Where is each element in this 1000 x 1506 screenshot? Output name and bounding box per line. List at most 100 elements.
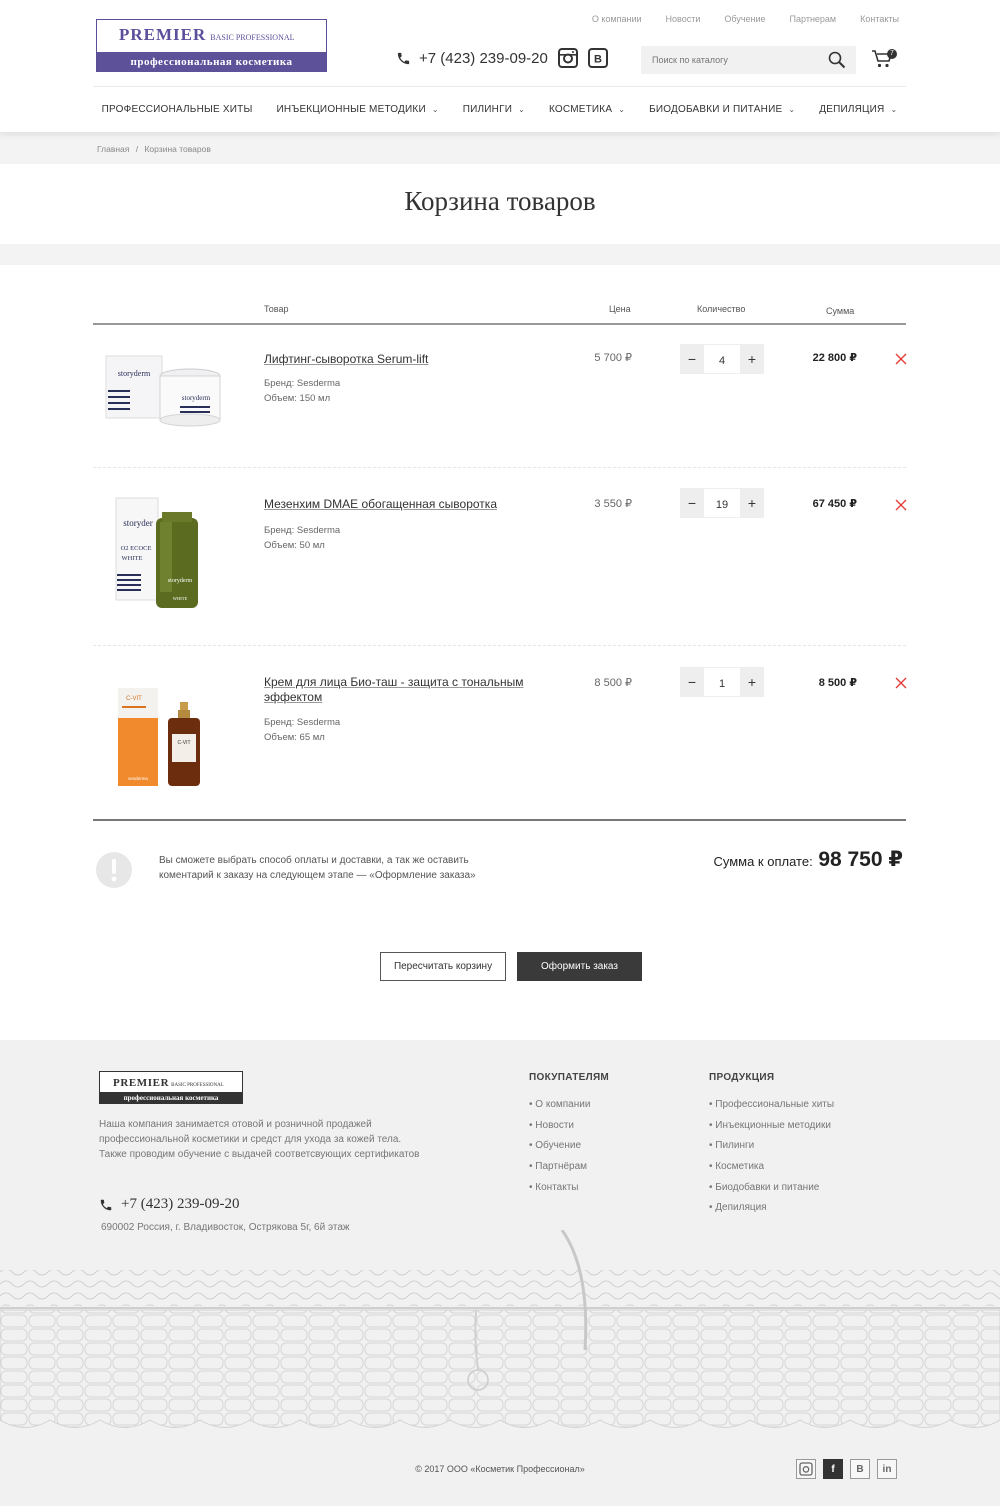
- nav-item-injections[interactable]: ИНЪЕКЦИОННЫЕ МЕТОДИКИ ⌄: [277, 104, 439, 115]
- footer-link-contacts[interactable]: • Контакты: [529, 1182, 590, 1203]
- product-volume: Объем: 150 мл: [264, 393, 331, 404]
- row-divider: [93, 467, 906, 468]
- product-volume: Объем: 50 мл: [264, 540, 325, 551]
- cart-button[interactable]: 7: [871, 49, 897, 71]
- chevron-down-icon: ⌄: [788, 105, 796, 114]
- product-image[interactable]: storyder O2 ECOCE WHITE storyderm WHITE: [108, 492, 238, 622]
- toplink-news[interactable]: Новости: [666, 14, 701, 24]
- cart-count-badge: 7: [887, 49, 897, 59]
- product-price: 3 550 ₽: [594, 498, 632, 510]
- toplink-about[interactable]: О компании: [592, 14, 642, 24]
- logo-brand: PREMIER: [119, 25, 207, 44]
- footer-link-peelings[interactable]: • Пилинги: [709, 1140, 834, 1161]
- svg-text:WHITE: WHITE: [122, 555, 143, 562]
- logo-subtitle: профессиональная косметика: [97, 52, 326, 72]
- search-input[interactable]: [641, 46, 821, 74]
- instagram-icon[interactable]: [558, 48, 578, 68]
- product-image[interactable]: storyderm storyderm: [100, 348, 230, 478]
- checkout-notice: Вы сможете выбрать способ оплаты и доста…: [159, 855, 476, 881]
- col-header-quantity: Количество: [697, 304, 746, 314]
- instagram-icon[interactable]: [796, 1459, 816, 1479]
- site-logo[interactable]: PREMIER BASIC PROFESSIONAL профессиональн…: [96, 19, 327, 72]
- product-name-link[interactable]: Лифтинг-сыворотка Serum-lift: [264, 352, 534, 367]
- order-total: Сумма к оплате: 98 750 ₽: [713, 847, 903, 872]
- footer-logo-tagline: BASIC PROFESSIONAL: [171, 1083, 224, 1088]
- quantity-stepper: − 19 +: [680, 488, 764, 518]
- nav-label: БИОДОБАВКИ И ПИТАНИЕ: [649, 104, 783, 115]
- phone-icon: [397, 52, 410, 65]
- total-label: Сумма к оплате:: [713, 854, 813, 869]
- footer-logo-subtitle: профессиональная косметика: [100, 1092, 242, 1104]
- breadcrumb: Главная / Корзина товаров: [97, 144, 211, 154]
- footer-phone-number: +7 (423) 239-09-20: [121, 1196, 240, 1212]
- total-amount: 98 750 ₽: [818, 848, 903, 871]
- nav-item-hits[interactable]: ПРОФЕССИОНАЛЬНЫЕ ХИТЫ: [102, 104, 253, 115]
- qty-decrease-button[interactable]: −: [680, 667, 704, 697]
- footer-link-supplements[interactable]: • Биодобавки и питание: [709, 1182, 834, 1203]
- search-icon[interactable]: [828, 51, 846, 69]
- qty-increase-button[interactable]: +: [740, 667, 764, 697]
- linkedin-icon[interactable]: in: [877, 1459, 897, 1479]
- recalculate-cart-button[interactable]: Пересчитать корзину: [380, 952, 506, 981]
- toplink-training[interactable]: Обучение: [724, 14, 765, 24]
- remove-item-icon[interactable]: [894, 676, 908, 690]
- qty-input[interactable]: 4: [704, 344, 740, 374]
- chevron-down-icon: ⌄: [618, 105, 626, 114]
- footer-link-cosmetics[interactable]: • Косметика: [709, 1161, 834, 1182]
- nav-item-depilation[interactable]: ДЕПИЛЯЦИЯ ⌄: [819, 104, 897, 115]
- footer-link-hits[interactable]: • Профессиональные хиты: [709, 1099, 834, 1120]
- product-brand: Бренд: Sesderma: [264, 525, 341, 536]
- remove-item-icon[interactable]: [894, 352, 908, 366]
- qty-decrease-button[interactable]: −: [680, 344, 704, 374]
- breadcrumb-current: Корзина товаров: [144, 144, 211, 154]
- product-brand: Бренд: Sesderma: [264, 378, 341, 389]
- product-name-link[interactable]: Мезенхим DMAE обогащенная сыворотка: [264, 497, 534, 512]
- row-sum: 67 450 ₽: [812, 498, 857, 510]
- footer-col-products: • Профессиональные хиты • Инъекционные м…: [709, 1099, 834, 1223]
- chevron-down-icon: ⌄: [518, 105, 526, 114]
- nav-label: ДЕПИЛЯЦИЯ: [819, 104, 885, 115]
- toplink-contacts[interactable]: Контакты: [860, 14, 899, 24]
- nav-item-peelings[interactable]: ПИЛИНГИ ⌄: [463, 104, 525, 115]
- svg-text:WHITE: WHITE: [173, 596, 188, 601]
- footer-logo-brand: PREMIER: [113, 1077, 170, 1089]
- qty-input[interactable]: 19: [704, 488, 740, 518]
- svg-text:storyder: storyder: [123, 518, 153, 528]
- qty-decrease-button[interactable]: −: [680, 488, 704, 518]
- footer-phone[interactable]: +7 (423) 239-09-20: [99, 1196, 239, 1213]
- checkout-button[interactable]: Оформить заказ: [517, 952, 642, 981]
- vk-icon[interactable]: В: [850, 1459, 870, 1479]
- facebook-icon[interactable]: f: [823, 1459, 843, 1479]
- svg-text:C-VIT: C-VIT: [126, 696, 142, 702]
- product-name-link[interactable]: Крем для лица Био-таш - защита с тональн…: [264, 675, 534, 705]
- logo-tagline: BASIC PROFESSIONAL: [210, 33, 295, 42]
- footer-logo[interactable]: PREMIER BASIC PROFESSIONAL профессиональн…: [99, 1071, 243, 1104]
- footer-col-buyers: • О компании • Новости • Обучение • Парт…: [529, 1099, 590, 1202]
- vk-icon[interactable]: В: [588, 48, 608, 68]
- footer-link-injections[interactable]: • Инъекционные методики: [709, 1120, 834, 1141]
- skin-pattern-decoration: [0, 1230, 1000, 1428]
- svg-text:В: В: [594, 54, 602, 66]
- qty-increase-button[interactable]: +: [740, 488, 764, 518]
- qty-input[interactable]: 1: [704, 667, 740, 697]
- remove-item-icon[interactable]: [894, 498, 908, 512]
- logo-top: PREMIER BASIC PROFESSIONAL: [97, 20, 326, 52]
- footer-link-news[interactable]: • Новости: [529, 1120, 590, 1141]
- footer-link-depilation[interactable]: • Депиляция: [709, 1202, 834, 1223]
- footer-link-about[interactable]: • О компании: [529, 1099, 590, 1120]
- footer-link-training[interactable]: • Обучение: [529, 1140, 590, 1161]
- nav-item-cosmetics[interactable]: КОСМЕТИКА ⌄: [549, 104, 625, 115]
- qty-increase-button[interactable]: +: [740, 344, 764, 374]
- nav-label: ИНЪЕКЦИОННЫЕ МЕТОДИКИ: [276, 104, 426, 115]
- breadcrumb-home[interactable]: Главная: [97, 144, 129, 154]
- row-divider: [93, 645, 906, 646]
- toplink-partners[interactable]: Партнерам: [790, 14, 837, 24]
- nav-item-supplements[interactable]: БИОДОБАВКИ И ПИТАНИЕ ⌄: [649, 104, 795, 115]
- header-phone[interactable]: +7 (423) 239-09-20: [396, 50, 548, 67]
- section-separator: [0, 244, 1000, 265]
- footer-link-partners[interactable]: • Партнёрам: [529, 1161, 590, 1182]
- product-image[interactable]: C-VIT sesderma C-VIT: [110, 680, 240, 810]
- svg-text:storyderm: storyderm: [118, 369, 151, 378]
- svg-text:O2 ECOCE: O2 ECOCE: [121, 545, 152, 552]
- title-band: Корзина товаров: [0, 164, 1000, 244]
